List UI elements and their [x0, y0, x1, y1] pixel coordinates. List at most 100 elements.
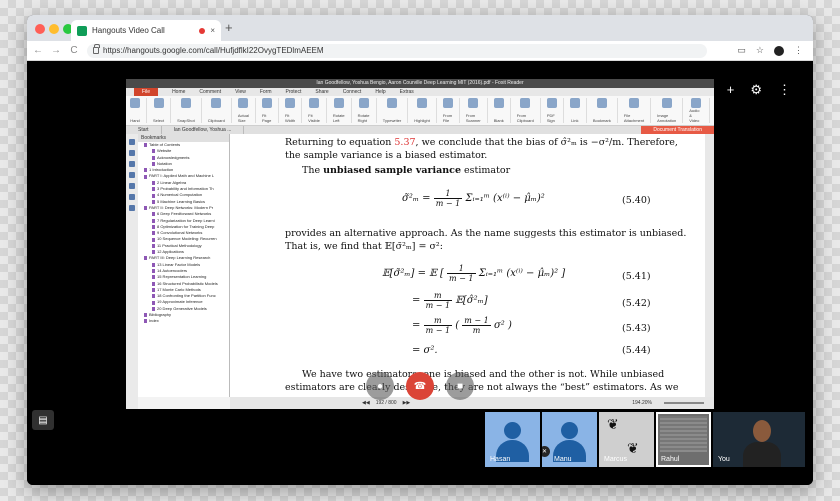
ribbon-button-file-attachment[interactable]: File Attachment	[624, 98, 652, 123]
avatar	[504, 422, 521, 439]
participant-name: Manu	[554, 456, 572, 463]
ribbon-icon	[691, 98, 702, 108]
bookmarks-header: Bookmarks	[138, 134, 229, 142]
tab-title: Hangouts Video Call	[92, 26, 165, 35]
participant-tile-marcus[interactable]: ❦ ❦ Marcus	[599, 412, 654, 467]
ribbon-button-typewriter[interactable]: Typewriter	[383, 98, 409, 123]
add-person-icon[interactable]: +	[727, 82, 735, 98]
tab-hangouts[interactable]: Hangouts Video Call ×	[71, 20, 221, 41]
ribbon-icon	[261, 98, 272, 108]
signatures-panel-icon[interactable]	[129, 205, 135, 211]
zoom-slider[interactable]	[664, 402, 704, 404]
ribbon-button-clipboard[interactable]: Clipboard	[208, 98, 232, 123]
new-tab-button[interactable]: +	[225, 21, 233, 35]
pages-panel-icon[interactable]	[129, 150, 135, 156]
ribbon-icon	[569, 98, 580, 108]
minimize-window-button[interactable]	[49, 24, 59, 34]
muted-mic-icon: ✕	[542, 446, 550, 457]
menu-item-extras[interactable]: Extras	[400, 88, 414, 96]
menu-item-comment[interactable]: Comment	[199, 88, 221, 96]
bookmark-star-icon[interactable]: ☆	[756, 45, 764, 56]
profile-avatar[interactable]	[774, 45, 784, 56]
participant-tile-rahul[interactable]: Rahul	[656, 412, 711, 467]
screen-thumbnail	[660, 416, 707, 452]
ribbon-button-select[interactable]: Select	[153, 98, 172, 123]
equation-5-44: = σ².	[412, 345, 438, 356]
zoom-level[interactable]: 194.20%	[632, 400, 652, 406]
ribbon-button-rotate-left[interactable]: Rotate Left	[333, 98, 352, 123]
chat-icon: ▤	[38, 414, 48, 426]
address-bar[interactable]: https://hangouts.google.com/call/Hufjdfl…	[87, 43, 707, 58]
pdf-page: Returning to equation 5.37, we conclude …	[230, 134, 705, 397]
participant-strip: Hasan ✕ Manu ❦ ❦ Marcus Rahul You	[485, 412, 805, 467]
menu-item-view[interactable]: View	[235, 88, 246, 96]
mute-mic-button[interactable]: ●	[366, 372, 394, 400]
reload-button[interactable]: C	[67, 45, 81, 56]
ribbon-button-actual-size[interactable]: Actual Size	[238, 98, 256, 123]
ribbon-icon	[309, 98, 320, 108]
pdf-scrollbar[interactable]	[705, 134, 714, 397]
ribbon-button-bookmark[interactable]: Bookmark	[593, 98, 618, 123]
equation-5-43: = mm − 1 ( m − 1m σ² )	[412, 316, 512, 335]
attachments-panel-icon[interactable]	[129, 183, 135, 189]
document-translation-button[interactable]: Document Translation	[641, 126, 714, 134]
close-window-button[interactable]	[35, 24, 45, 34]
ribbon-button-audio-video[interactable]: Audio & Video	[689, 98, 710, 123]
ribbon-button-fit-width[interactable]: Fit Width	[285, 98, 303, 123]
participant-tile-you[interactable]: You	[713, 412, 805, 467]
participant-tile-manu[interactable]: ✕ Manu	[542, 412, 597, 467]
paw-icon: ❦	[607, 416, 619, 432]
last-page-button[interactable]: ▶▶	[403, 400, 411, 406]
bookmark-item[interactable]: Index	[138, 318, 229, 324]
ribbon-button-pdf-sign[interactable]: PDF Sign	[546, 98, 564, 123]
first-page-button[interactable]: ◀◀	[362, 400, 370, 406]
ribbon-button-from-file[interactable]: From File	[442, 98, 460, 123]
menu-item-form[interactable]: Form	[260, 88, 272, 96]
ribbon-button-image-annotation[interactable]: Image Annotation	[657, 98, 684, 123]
hang-up-button[interactable]: ☎	[406, 372, 434, 400]
page-indicator[interactable]: 192 / 800	[376, 400, 397, 406]
bookmark-panel-icon[interactable]	[129, 139, 135, 145]
participant-tile-hasan[interactable]: Hasan	[485, 412, 540, 467]
forward-button[interactable]: →	[49, 45, 63, 56]
ribbon-button-rotate-right[interactable]: Rotate Right	[358, 98, 377, 123]
doc-tab-book[interactable]: Ian Goodfellow, Yoshua ...	[162, 126, 245, 134]
security-panel-icon[interactable]	[129, 194, 135, 200]
ribbon-button-link[interactable]: Link	[569, 98, 587, 123]
ribbon-button-from-scanner[interactable]: From Scanner	[466, 98, 488, 123]
ribbon-icon	[285, 98, 296, 108]
menu-item-file[interactable]: File	[134, 88, 159, 96]
settings-icon[interactable]: ⚙	[750, 82, 762, 98]
ribbon-icon	[596, 98, 607, 108]
doc-tab-start[interactable]: Start	[126, 126, 162, 134]
ribbon-icon	[333, 98, 344, 108]
equation-number: (5.42)	[622, 298, 651, 309]
back-button[interactable]: ←	[31, 45, 45, 56]
participant-name: Marcus	[604, 456, 627, 463]
ribbon-button-from-clipboard[interactable]: From Clipboard	[517, 98, 541, 123]
ribbon-button-hand[interactable]: Hand	[130, 98, 147, 123]
comments-panel-icon[interactable]	[129, 161, 135, 167]
toggle-camera-button[interactable]: ■	[446, 372, 474, 400]
ribbon-button-blank[interactable]: Blank	[493, 98, 511, 123]
layers-panel-icon[interactable]	[129, 172, 135, 178]
ribbon-icon	[153, 98, 164, 108]
cast-icon[interactable]: ▭	[737, 45, 746, 56]
more-options-icon[interactable]: ⋮	[778, 82, 791, 98]
equation-link[interactable]: 5.37	[394, 137, 415, 148]
browser-menu-icon[interactable]: ⋮	[794, 45, 803, 56]
tab-close-button[interactable]: ×	[210, 26, 215, 35]
equation-number: (5.41)	[622, 271, 651, 282]
menu-item-home[interactable]: Home	[172, 88, 185, 96]
chat-button[interactable]: ▤	[32, 410, 54, 430]
ribbon-button-fit-page[interactable]: Fit Page	[261, 98, 279, 123]
menu-item-help[interactable]: Help	[375, 88, 385, 96]
ribbon-button-highlight[interactable]: Highlight	[414, 98, 437, 123]
url-text: https://hangouts.google.com/call/Hufjdfl…	[103, 46, 324, 55]
menu-item-connect[interactable]: Connect	[343, 88, 362, 96]
menu-item-protect[interactable]: Protect	[286, 88, 302, 96]
ribbon-button-fit-visible[interactable]: Fit Visible	[308, 98, 327, 123]
ribbon-button-snapshot[interactable]: SnapShot	[177, 98, 202, 123]
browser-window: Hangouts Video Call × + ← → C https://ha…	[27, 15, 813, 485]
menu-item-share[interactable]: Share	[315, 88, 328, 96]
